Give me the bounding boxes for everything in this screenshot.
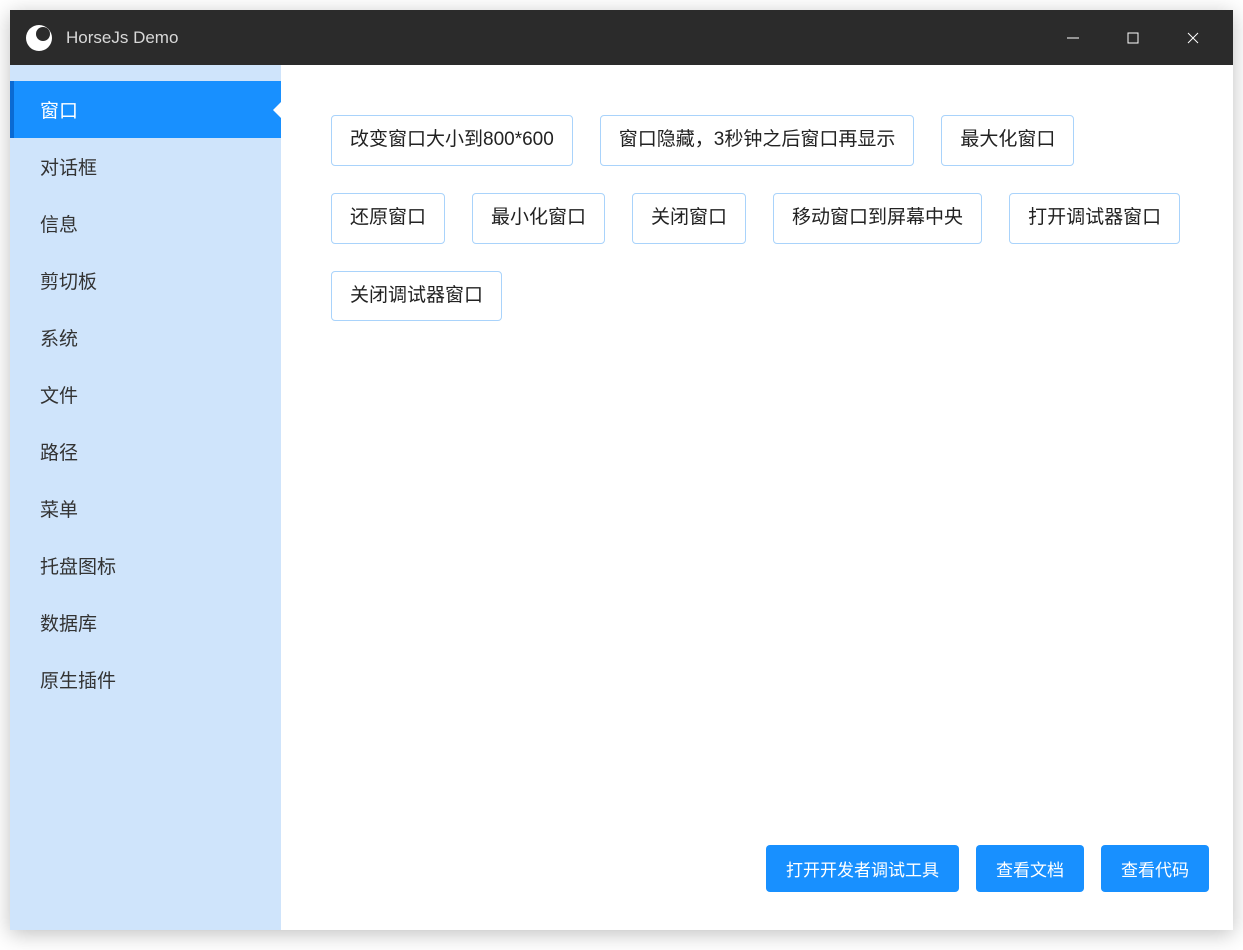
titlebar[interactable]: HorseJs Demo	[10, 10, 1233, 65]
sidebar-item-window[interactable]: 窗口	[10, 81, 281, 138]
sidebar-item-info[interactable]: 信息	[10, 195, 281, 252]
sidebar-item-tray[interactable]: 托盘图标	[10, 537, 281, 594]
minimize-icon	[1066, 31, 1080, 45]
maximize-button[interactable]	[1103, 10, 1163, 65]
sidebar-item-label: 菜单	[40, 495, 78, 522]
sidebar: 窗口 对话框 信息 剪切板 系统 文件 路径 菜单	[10, 65, 281, 930]
maximize-window-button[interactable]: 最大化窗口	[941, 115, 1074, 166]
sidebar-item-label: 数据库	[40, 609, 97, 636]
sidebar-item-dialog[interactable]: 对话框	[10, 138, 281, 195]
minimize-window-button[interactable]: 最小化窗口	[472, 193, 605, 244]
resize-window-button[interactable]: 改变窗口大小到800*600	[331, 115, 573, 166]
open-debugger-button[interactable]: 打开调试器窗口	[1009, 193, 1180, 244]
minimize-button[interactable]	[1043, 10, 1103, 65]
close-debugger-button[interactable]: 关闭调试器窗口	[331, 271, 502, 322]
main-panel: 改变窗口大小到800*600 窗口隐藏，3秒钟之后窗口再显示 最大化窗口 还原窗…	[281, 65, 1233, 930]
center-window-button[interactable]: 移动窗口到屏幕中央	[773, 193, 982, 244]
sidebar-item-database[interactable]: 数据库	[10, 594, 281, 651]
sidebar-item-clipboard[interactable]: 剪切板	[10, 252, 281, 309]
sidebar-item-label: 对话框	[40, 153, 97, 180]
view-code-button[interactable]: 查看代码	[1101, 845, 1209, 892]
sidebar-item-file[interactable]: 文件	[10, 366, 281, 423]
hide-show-window-button[interactable]: 窗口隐藏，3秒钟之后窗口再显示	[600, 115, 915, 166]
app-icon	[26, 25, 52, 51]
sidebar-item-label: 剪切板	[40, 267, 97, 294]
close-button[interactable]	[1163, 10, 1223, 65]
open-devtools-button[interactable]: 打开开发者调试工具	[766, 845, 959, 892]
action-grid: 改变窗口大小到800*600 窗口隐藏，3秒钟之后窗口再显示 最大化窗口 还原窗…	[281, 65, 1233, 321]
sidebar-item-label: 系统	[40, 324, 78, 351]
maximize-icon	[1126, 31, 1140, 45]
sidebar-item-label: 原生插件	[40, 666, 116, 693]
app-body: 窗口 对话框 信息 剪切板 系统 文件 路径 菜单	[10, 65, 1233, 930]
sidebar-item-label: 托盘图标	[40, 552, 116, 579]
footer-actions: 打开开发者调试工具 查看文档 查看代码	[766, 845, 1209, 892]
window-controls	[1043, 10, 1223, 65]
sidebar-item-menu[interactable]: 菜单	[10, 480, 281, 537]
sidebar-item-path[interactable]: 路径	[10, 423, 281, 480]
close-icon	[1186, 31, 1200, 45]
app-window: HorseJs Demo 窗口 对话框 信息 剪切板	[10, 10, 1233, 930]
view-docs-button[interactable]: 查看文档	[976, 845, 1084, 892]
sidebar-item-label: 路径	[40, 438, 78, 465]
window-title: HorseJs Demo	[66, 28, 1043, 48]
restore-window-button[interactable]: 还原窗口	[331, 193, 445, 244]
close-window-button[interactable]: 关闭窗口	[632, 193, 746, 244]
sidebar-item-label: 窗口	[40, 96, 78, 123]
sidebar-item-native-plugin[interactable]: 原生插件	[10, 651, 281, 708]
sidebar-item-system[interactable]: 系统	[10, 309, 281, 366]
sidebar-item-label: 文件	[40, 381, 78, 408]
sidebar-item-label: 信息	[40, 210, 78, 237]
